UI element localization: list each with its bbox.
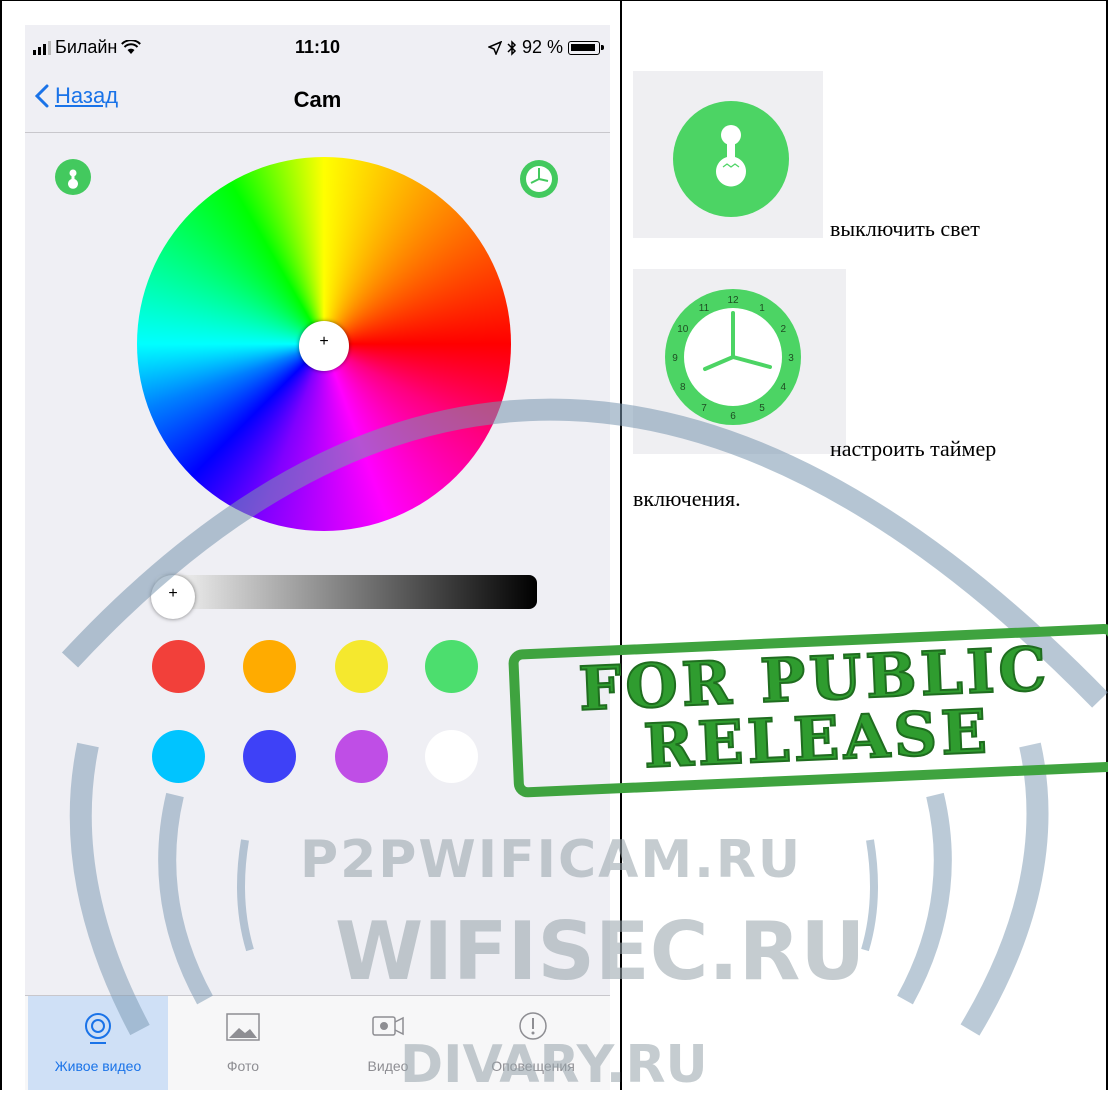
watermark-site-wifisec: WIFISEC.RU <box>335 905 866 998</box>
watermark-site-divary: DIVARY.RU <box>400 1035 708 1095</box>
for-public-release-stamp: FOR PUBLIC RELEASE <box>508 623 1108 801</box>
watermark-site-p2pwificam: P2PWIFICAM.RU <box>300 830 803 890</box>
